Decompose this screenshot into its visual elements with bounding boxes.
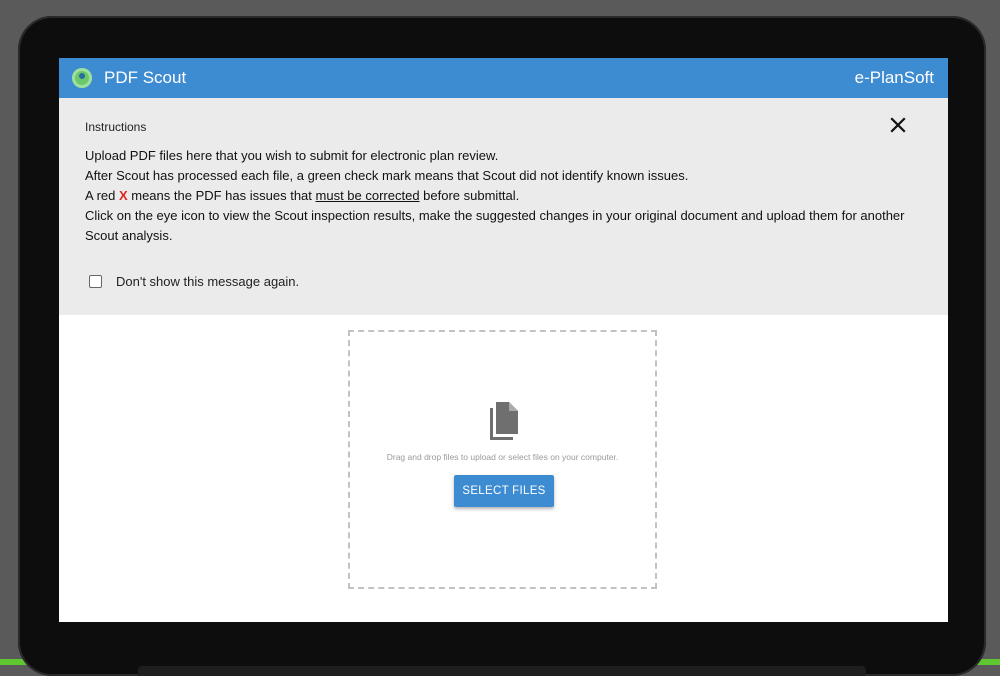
instruction-text-segment: means the PDF has issues that	[127, 188, 316, 203]
emphasis-must-be-corrected: must be corrected	[315, 188, 420, 203]
instruction-text-segment: A red	[85, 188, 119, 203]
select-files-button[interactable]: SELECT FILES	[454, 475, 554, 507]
file-dropzone[interactable]: Drag and drop files to upload or select …	[348, 330, 657, 589]
instructions-panel: Instructions Upload PDF files here that …	[59, 98, 948, 315]
dropzone-instructions: Drag and drop files to upload or select …	[386, 452, 619, 462]
brand-name: e-PlanSoft	[854, 68, 934, 87]
instruction-line: After Scout has processed each file, a g…	[85, 168, 689, 183]
app-window: PDF Scout e-PlanSoft Instructions Upload…	[59, 58, 948, 622]
instructions-text: Upload PDF files here that you wish to s…	[85, 146, 925, 246]
file-copy-icon	[490, 402, 518, 440]
instruction-line: A red X means the PDF has issues that mu…	[85, 186, 925, 206]
app-title: PDF Scout	[104, 68, 187, 87]
instructions-heading: Instructions	[85, 120, 147, 134]
instruction-line: Upload PDF files here that you wish to s…	[85, 148, 499, 163]
dont-show-again-option[interactable]: Don't show this message again.	[89, 274, 299, 289]
app-titlebar: PDF Scout e-PlanSoft	[59, 58, 948, 98]
dont-show-again-checkbox[interactable]	[89, 275, 102, 288]
pdf-scout-logo-icon	[72, 68, 92, 88]
instruction-text-segment: before submittal.	[419, 188, 520, 203]
laptop-base	[138, 666, 866, 676]
close-icon[interactable]	[889, 116, 907, 134]
instruction-line: Click on the eye icon to view the Scout …	[85, 208, 905, 243]
dont-show-again-label: Don't show this message again.	[116, 274, 300, 289]
red-x-mark: X	[118, 188, 128, 203]
